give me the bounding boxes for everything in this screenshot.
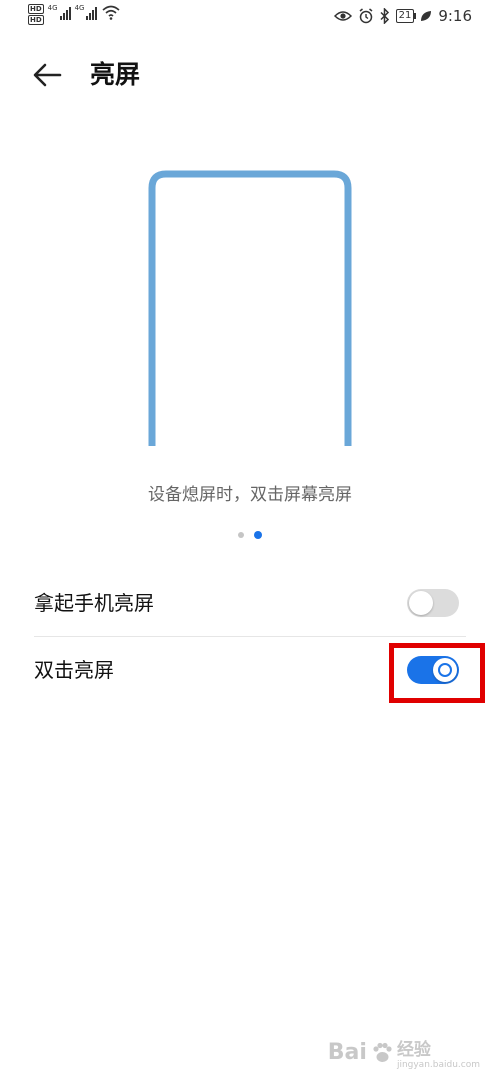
setting-label: 拿起手机亮屏: [34, 591, 154, 615]
status-left: HD HD 4G 4G: [28, 4, 121, 25]
battery-level: 21: [398, 10, 412, 21]
signal-bar: [89, 13, 92, 20]
wifi-icon: [102, 5, 120, 20]
phone-frame-graphic: [148, 170, 352, 446]
leaf-icon: [421, 11, 432, 21]
phone-outline-illustration: [148, 170, 352, 446]
signal-bar: [65, 10, 68, 20]
signal-bar: [62, 13, 65, 20]
toggle-knob: [409, 591, 433, 615]
hd-badge: HD: [28, 15, 44, 25]
pager-indicator: [0, 531, 500, 539]
signal-bar: [59, 16, 62, 20]
cellular-signal-icon: 4G: [48, 4, 71, 20]
battery-icon: 21: [395, 9, 417, 23]
status-bar: HD HD 4G 4G 21 9:16: [0, 0, 500, 34]
watermark-brand: Bai: [327, 1040, 367, 1065]
hd-badge: HD: [28, 4, 44, 14]
clock: 9:16: [438, 7, 472, 25]
status-right: 21 9:16: [333, 7, 472, 25]
feature-caption: 设备熄屏时，双击屏幕亮屏: [148, 485, 352, 505]
app-bar: 亮屏: [0, 50, 500, 100]
network-type-label: 4G: [47, 4, 58, 12]
highlight-annotation: [389, 643, 485, 703]
back-arrow-icon: [33, 63, 62, 87]
watermark-site: jingyan.baidu.com: [396, 1060, 480, 1070]
pager-dot-active[interactable]: [254, 531, 262, 539]
hd-badges: HD HD: [28, 4, 44, 25]
paw-icon: [373, 1042, 392, 1062]
signal-bar: [95, 7, 98, 20]
signal-bar: [68, 7, 71, 20]
watermark: Bai 经验 jingyan.baidu.com: [328, 1035, 480, 1070]
setting-raise-to-wake[interactable]: 拿起手机亮屏: [0, 570, 500, 636]
watermark-cn: 经验: [396, 1040, 431, 1060]
signal-bar: [86, 16, 89, 20]
back-button[interactable]: [30, 58, 66, 92]
cellular-signal-icon: 4G: [75, 4, 98, 20]
eye-comfort-icon: [333, 11, 352, 21]
page-title: 亮屏: [90, 60, 141, 89]
bluetooth-icon: [380, 8, 389, 24]
signal-bar: [92, 10, 95, 20]
setting-label: 双击亮屏: [34, 658, 114, 682]
alarm-icon: [359, 8, 373, 24]
raise-to-wake-toggle[interactable]: [407, 589, 459, 617]
pager-dot[interactable]: [238, 532, 244, 538]
watermark-text: 经验 jingyan.baidu.com: [397, 1035, 480, 1070]
network-type-label: 4G: [74, 4, 85, 12]
